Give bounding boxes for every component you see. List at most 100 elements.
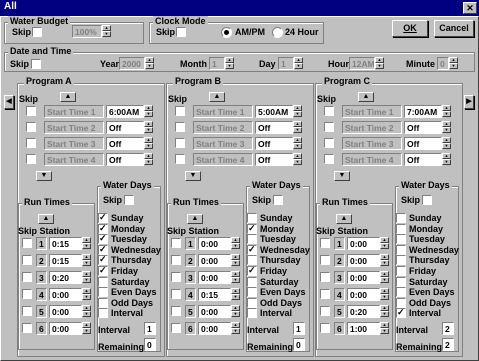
station-skip-checkbox[interactable] [22, 255, 32, 265]
start-time-spinner[interactable]: ▲ ▼ [144, 105, 153, 118]
start-time-checkbox[interactable] [175, 138, 185, 148]
water-budget-spinner[interactable]: ▲ ▼ [102, 25, 111, 38]
run-time-field[interactable]: 0:00 [49, 322, 82, 335]
start-time-checkbox[interactable] [175, 122, 185, 132]
run-time-field[interactable]: 0:00 [347, 254, 380, 267]
day-checkbox[interactable] [396, 287, 406, 298]
run-time-spinner[interactable]: ▲ ▼ [380, 288, 389, 301]
day-checkbox[interactable] [396, 297, 406, 308]
station-skip-checkbox[interactable] [22, 289, 32, 299]
run-time-field[interactable]: 0:00 [198, 271, 231, 284]
start-time-spinner[interactable]: ▲ ▼ [442, 137, 451, 150]
day-checkbox[interactable] [98, 276, 108, 287]
next-program-button[interactable]: ▶ [464, 95, 474, 109]
start-time-checkbox[interactable] [175, 106, 185, 116]
run-time-field[interactable]: 1:00 [347, 322, 380, 335]
start-time-checkbox[interactable] [324, 106, 334, 116]
run-time-field[interactable]: 0:00 [49, 288, 82, 301]
start-time-checkbox[interactable] [26, 122, 36, 132]
run-time-spinner[interactable]: ▲ ▼ [380, 237, 389, 250]
run-time-field[interactable]: 0:00 [347, 237, 380, 250]
run-time-field[interactable]: 0:00 [198, 322, 231, 335]
run-scroll-up-button[interactable]: ▲ [38, 214, 54, 224]
month-field[interactable]: 1 [209, 57, 225, 70]
station-skip-checkbox[interactable] [171, 306, 181, 316]
run-time-spinner[interactable]: ▲ ▼ [82, 322, 91, 335]
run-time-field[interactable]: 0:00 [198, 254, 231, 267]
run-time-spinner[interactable]: ▲ ▼ [231, 288, 240, 301]
station-skip-checkbox[interactable] [22, 306, 32, 316]
ampm-radio[interactable] [221, 27, 232, 38]
start-time-field[interactable]: Off [404, 121, 442, 134]
run-time-field[interactable]: 0:00 [198, 305, 231, 318]
water-days-skip-checkbox[interactable] [273, 195, 283, 205]
station-skip-checkbox[interactable] [320, 306, 330, 316]
start-time-field[interactable]: Off [106, 137, 144, 150]
day-checkbox[interactable] [98, 254, 108, 266]
station-skip-checkbox[interactable] [171, 255, 181, 265]
start-time-spinner[interactable]: ▲ ▼ [442, 105, 451, 118]
day-checkbox[interactable] [396, 213, 406, 223]
start-time-field[interactable]: 6:00AM [106, 105, 144, 118]
day-checkbox[interactable] [396, 307, 406, 319]
day-checkbox[interactable] [247, 223, 257, 234]
station-skip-checkbox[interactable] [320, 289, 330, 299]
interval-field[interactable]: 1 [293, 322, 305, 335]
run-time-spinner[interactable]: ▲ ▼ [380, 322, 389, 335]
run-time-spinner[interactable]: ▲ ▼ [82, 254, 91, 267]
start-time-spinner[interactable]: ▲ ▼ [144, 153, 153, 166]
run-time-field[interactable]: 0:00 [347, 271, 380, 284]
day-checkbox[interactable] [98, 212, 108, 223]
day-checkbox[interactable] [98, 308, 108, 319]
start-time-spinner[interactable]: ▲ ▼ [442, 153, 451, 166]
day-checkbox[interactable] [247, 287, 257, 298]
day-checkbox[interactable] [247, 244, 257, 255]
hour-spinner[interactable]: ▲ ▼ [375, 57, 384, 70]
minute-field[interactable]: 0 [437, 57, 449, 70]
run-scroll-up-button[interactable]: ▲ [336, 214, 352, 224]
interval-field[interactable]: 1 [144, 322, 156, 335]
start-time-field[interactable]: 7:00AM [404, 105, 442, 118]
start-scroll-up-button[interactable]: ▲ [358, 92, 374, 102]
day-checkbox[interactable] [247, 297, 257, 308]
run-time-field[interactable]: 0:15 [198, 288, 231, 301]
station-skip-checkbox[interactable] [22, 238, 32, 248]
hour-field[interactable]: 12AM [349, 57, 375, 70]
start-time-field[interactable]: Off [255, 121, 293, 134]
water-budget-skip-checkbox[interactable] [32, 27, 42, 37]
water-days-skip-checkbox[interactable] [422, 195, 432, 205]
run-time-field[interactable]: 0:15 [49, 254, 82, 267]
start-time-checkbox[interactable] [26, 106, 36, 116]
close-icon[interactable]: ✕ [463, 2, 477, 14]
run-time-spinner[interactable]: ▲ ▼ [231, 322, 240, 335]
start-time-field[interactable]: Off [106, 121, 144, 134]
clock-skip-checkbox[interactable] [176, 27, 186, 37]
day-checkbox[interactable] [396, 266, 406, 276]
start-time-spinner[interactable]: ▲ ▼ [442, 121, 451, 134]
start-time-checkbox[interactable] [26, 138, 36, 148]
ok-button[interactable]: OK [392, 20, 428, 37]
day-field[interactable]: 1 [278, 57, 294, 70]
start-time-field[interactable]: 5:00AM [255, 105, 293, 118]
day-checkbox[interactable] [98, 297, 108, 308]
start-scroll-down-button[interactable]: ▼ [334, 171, 350, 181]
run-time-spinner[interactable]: ▲ ▼ [231, 271, 240, 284]
month-spinner[interactable]: ▲ ▼ [225, 57, 234, 70]
day-checkbox[interactable] [247, 265, 257, 276]
day-checkbox[interactable] [396, 234, 406, 245]
prev-program-button[interactable]: ◀ [4, 95, 14, 109]
start-time-checkbox[interactable] [175, 154, 185, 164]
water-budget-field[interactable]: 100% [72, 25, 102, 38]
remaining-field[interactable]: 0 [293, 338, 305, 351]
run-time-spinner[interactable]: ▲ ▼ [82, 237, 91, 250]
start-scroll-down-button[interactable]: ▼ [36, 171, 52, 181]
day-checkbox[interactable] [98, 244, 108, 255]
start-scroll-up-button[interactable]: ▲ [209, 92, 225, 102]
day-checkbox[interactable] [98, 287, 108, 298]
start-scroll-up-button[interactable]: ▲ [60, 92, 76, 102]
start-time-spinner[interactable]: ▲ ▼ [293, 105, 302, 118]
run-time-spinner[interactable]: ▲ ▼ [82, 305, 91, 318]
day-checkbox[interactable] [247, 276, 257, 287]
start-scroll-down-button[interactable]: ▼ [185, 171, 201, 181]
start-time-spinner[interactable]: ▲ ▼ [293, 121, 302, 134]
